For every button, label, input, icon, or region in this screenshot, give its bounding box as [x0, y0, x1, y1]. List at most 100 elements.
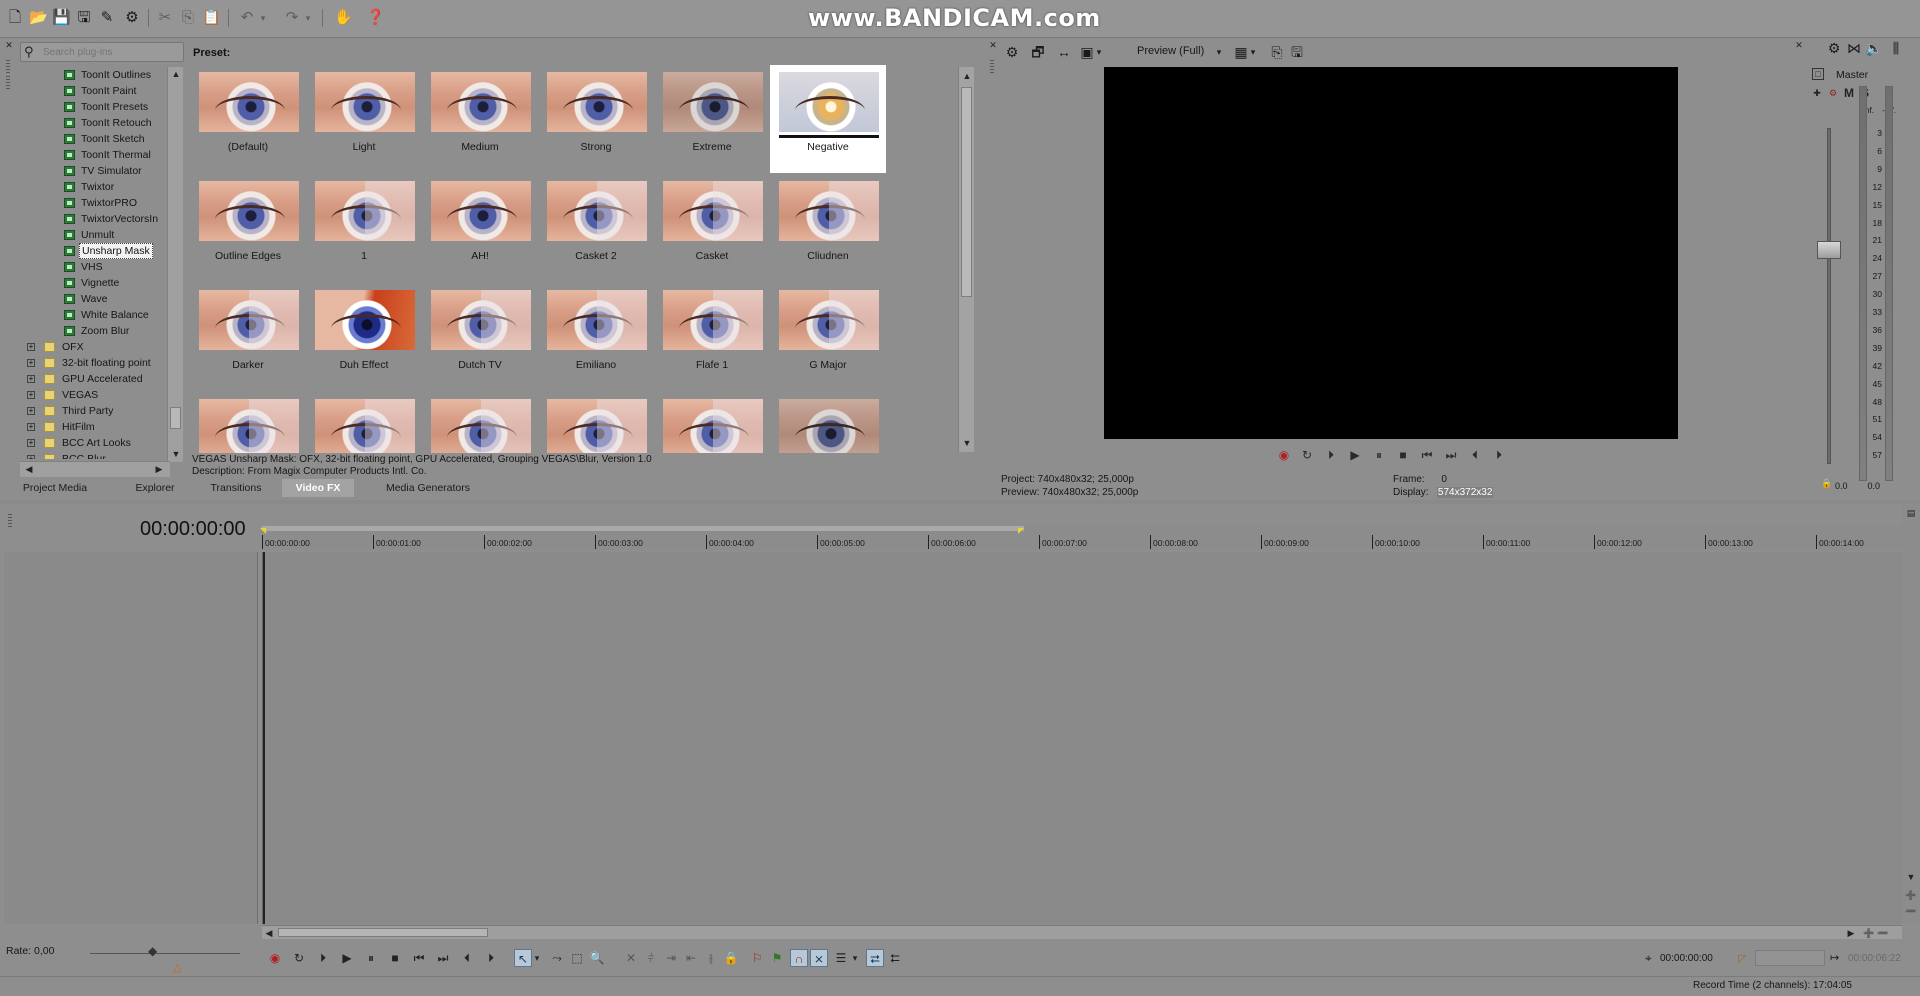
selection-length-field[interactable]: 00:00:06:22: [1848, 953, 1901, 964]
go-to-end-icon[interactable]: ⏭: [434, 949, 452, 967]
loop-start-marker-icon[interactable]: ◥: [260, 526, 266, 535]
insert-marker-icon[interactable]: ⚐: [748, 949, 766, 967]
render-icon[interactable]: ✎: [98, 9, 116, 27]
new-project-icon[interactable]: 🗋: [6, 9, 24, 27]
tree-item[interactable]: + Third Party: [20, 403, 170, 419]
panel-grip-handle[interactable]: [6, 60, 10, 74]
tab-transitions[interactable]: Transitions: [186, 479, 286, 497]
search-input[interactable]: [43, 45, 179, 60]
preset-thumbnail[interactable]: Dutch TV: [422, 283, 538, 391]
preset-thumbnail[interactable]: Casket: [654, 174, 770, 282]
tree-item[interactable]: Unsharp Mask: [20, 243, 170, 259]
preset-thumbnail[interactable]: Medium: [422, 65, 538, 173]
close-panel-icon[interactable]: ✕: [1792, 38, 1806, 52]
next-frame-icon[interactable]: ⏵: [482, 949, 500, 967]
scroll-down-icon[interactable]: ▼: [169, 447, 183, 461]
zoom-out-icon[interactable]: ➖: [1876, 926, 1890, 940]
tree-item[interactable]: White Balance: [20, 307, 170, 323]
next-frame-icon[interactable]: ⏵: [1491, 447, 1507, 463]
timeline-vertical-scrollbar[interactable]: ▤ ▼ ➕ ➖: [1902, 504, 1920, 924]
tree-item[interactable]: TwixtorVectorsIn: [20, 211, 170, 227]
playback-rate-slider[interactable]: ◆ △: [90, 944, 240, 974]
grid-dropdown-icon[interactable]: ▾: [1248, 43, 1258, 61]
panel-grip-handle[interactable]: [6, 76, 10, 90]
trim-end-icon[interactable]: ⇤: [682, 949, 700, 967]
tree-item[interactable]: Unmult: [20, 227, 170, 243]
auto-crossfade-icon[interactable]: ⨯: [810, 949, 828, 967]
tree-item[interactable]: + VEGAS: [20, 387, 170, 403]
timeline-horizontal-scrollbar[interactable]: ◀ ▶ ➕ ➖: [262, 925, 1902, 939]
undo-icon[interactable]: ↶: [238, 9, 256, 27]
tree-item[interactable]: Wave: [20, 291, 170, 307]
split-icon[interactable]: ⫲: [702, 949, 720, 967]
scroll-thumb[interactable]: [278, 928, 488, 937]
snapping-magnet-icon[interactable]: ∩: [790, 949, 808, 967]
scroll-right-icon[interactable]: ▶: [1844, 926, 1858, 940]
preview-quality-chevron-down-icon[interactable]: ▾: [1214, 43, 1224, 61]
expand-plus-icon[interactable]: +: [27, 423, 35, 431]
preset-thumbnail[interactable]: [422, 392, 538, 453]
expand-plus-icon[interactable]: +: [27, 359, 35, 367]
tree-item[interactable]: ToonIt Sketch: [20, 131, 170, 147]
play-from-start-icon[interactable]: ⏵: [1323, 447, 1339, 463]
copy-snapshot-icon[interactable]: ⎘: [1268, 43, 1286, 61]
mute-button[interactable]: M: [1842, 86, 1856, 100]
undo-dropdown-icon[interactable]: ▾: [258, 9, 268, 27]
copy-icon[interactable]: ⎘: [179, 9, 197, 27]
preset-thumbnail[interactable]: Light: [306, 65, 422, 173]
auto-ripple-icon[interactable]: ☰: [832, 949, 850, 967]
master-fader-knob[interactable]: [1817, 241, 1841, 259]
tree-item[interactable]: ToonIt Outlines: [20, 67, 170, 83]
scroll-down-icon[interactable]: ▼: [1904, 870, 1918, 884]
preset-thumbnail[interactable]: [654, 392, 770, 453]
preset-thumbnail[interactable]: [538, 392, 654, 453]
preset-thumbnail[interactable]: [306, 392, 422, 453]
go-to-end-icon[interactable]: ⏭: [1443, 447, 1459, 463]
playhead-cursor[interactable]: [263, 552, 265, 924]
save-icon[interactable]: 💾: [52, 9, 71, 27]
tree-item[interactable]: ToonIt Paint: [20, 83, 170, 99]
tree-item[interactable]: TV Simulator: [20, 163, 170, 179]
lock-envelopes-icon[interactable]: ⮂: [866, 949, 884, 967]
tree-item[interactable]: + HitFilm: [20, 419, 170, 435]
expand-plus-icon[interactable]: +: [27, 439, 35, 447]
tree-item[interactable]: + BCC Art Looks: [20, 435, 170, 451]
tree-item[interactable]: TwixtorPRO: [20, 195, 170, 211]
play-from-start-icon[interactable]: ⏵: [314, 949, 332, 967]
master-fader-track[interactable]: [1827, 128, 1831, 464]
expand-plus-icon[interactable]: +: [27, 391, 35, 399]
save-snapshot-icon[interactable]: 🖫: [1288, 43, 1306, 61]
tab-project-media[interactable]: Project Media: [6, 479, 104, 497]
preset-thumbnail[interactable]: Outline Edges: [190, 174, 306, 282]
zoom-edit-tool-icon[interactable]: 🔍: [588, 949, 606, 967]
preview-quality-dropdown[interactable]: Preview (Full): [1137, 45, 1204, 57]
zoom-in-vertical-icon[interactable]: ➕: [1904, 888, 1918, 902]
preset-thumbnail[interactable]: Extreme: [654, 65, 770, 173]
panel-grip-handle[interactable]: [990, 60, 994, 74]
loop-playback-icon[interactable]: ↻: [1299, 447, 1315, 463]
edit-tool-hand-icon[interactable]: ✋: [334, 9, 353, 27]
record-icon[interactable]: ◉: [266, 949, 284, 967]
zoom-out-vertical-icon[interactable]: ➖: [1904, 904, 1918, 918]
scroll-thumb[interactable]: [170, 407, 181, 429]
master-mute-box-icon[interactable]: □: [1812, 68, 1824, 80]
preset-thumbnail[interactable]: 1: [306, 174, 422, 282]
scroll-right-icon[interactable]: ▶: [152, 462, 166, 476]
save-as-icon[interactable]: 🖫: [75, 9, 93, 27]
search-box[interactable]: ⚲: [20, 42, 184, 62]
preset-thumbnail[interactable]: AH!: [422, 174, 538, 282]
preset-thumbnail[interactable]: [770, 392, 886, 453]
previous-frame-icon[interactable]: ⏴: [458, 949, 476, 967]
paste-icon[interactable]: 📋: [202, 9, 221, 27]
tab-video-fx[interactable]: Video FX: [282, 479, 354, 497]
preset-thumbnail[interactable]: [190, 392, 306, 453]
preset-thumbnail[interactable]: Emiliano: [538, 283, 654, 391]
play-icon[interactable]: ▶: [338, 949, 356, 967]
preset-thumbnail[interactable]: Flafe 1: [654, 283, 770, 391]
external-monitor-icon[interactable]: 🗗: [1029, 43, 1047, 61]
ignore-grouping-icon[interactable]: ⮄: [886, 949, 904, 967]
mixer-gear-icon[interactable]: ⚙: [1825, 39, 1843, 57]
scroll-thumb[interactable]: [961, 87, 972, 297]
tree-item[interactable]: + OFX: [20, 339, 170, 355]
cut-icon[interactable]: ✂: [156, 9, 174, 27]
